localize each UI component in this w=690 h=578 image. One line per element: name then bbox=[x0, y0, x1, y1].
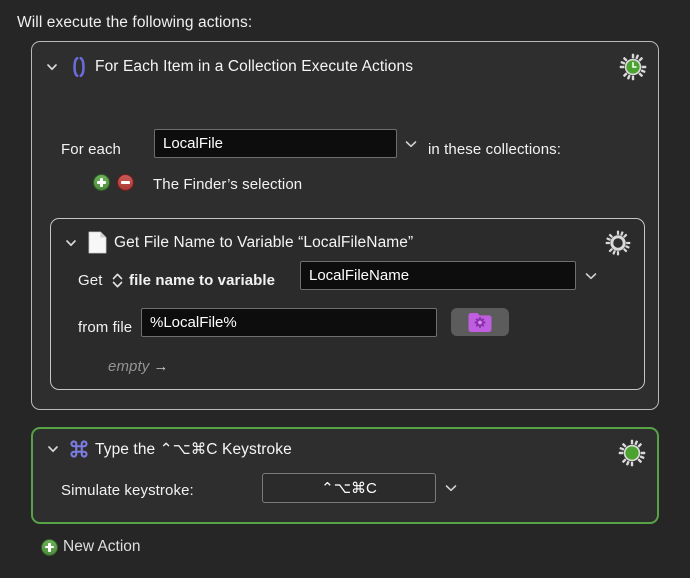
get-file-name-title: Get File Name to Variable “LocalFileName… bbox=[114, 233, 414, 251]
empty-label: empty bbox=[108, 358, 150, 375]
action-get-file-name[interactable]: Get File Name to Variable “LocalFileName… bbox=[50, 218, 645, 390]
action-type-keystroke[interactable]: Type the ⌃⌥⌘C Keystroke Simulate keystro… bbox=[31, 427, 659, 524]
purple-folder-gear-icon[interactable] bbox=[451, 308, 509, 336]
from-file-field[interactable]: %LocalFile% bbox=[141, 308, 437, 337]
command-icon bbox=[68, 438, 90, 460]
up-down-stepper-icon[interactable] bbox=[111, 271, 124, 290]
keystroke-field[interactable]: ⌃⌥⌘C bbox=[262, 473, 436, 503]
plus-circle-icon-new-action[interactable] bbox=[41, 538, 58, 556]
for-each-label: For each bbox=[61, 141, 121, 158]
empty-arrow-icon: → bbox=[153, 358, 169, 375]
page-title: Will execute the following actions: bbox=[17, 14, 253, 31]
document-icon bbox=[88, 231, 107, 254]
in-collections-label: in these collections: bbox=[428, 141, 562, 158]
to-variable-label: to variable bbox=[199, 272, 276, 289]
gear-clock-icon[interactable] bbox=[619, 53, 647, 81]
for-each-title-row: For Each Item in a Collection Execute Ac… bbox=[42, 55, 413, 79]
new-action-label: New Action bbox=[63, 538, 141, 555]
disclosure-triangle-icon[interactable] bbox=[42, 57, 62, 77]
chevron-down-icon-variable[interactable] bbox=[583, 268, 599, 284]
new-action-button[interactable]: New Action bbox=[41, 538, 141, 556]
keystroke-title-row: Type the ⌃⌥⌘C Keystroke bbox=[43, 438, 292, 460]
gear-icon[interactable] bbox=[605, 230, 633, 258]
kind-label[interactable]: file name bbox=[129, 272, 195, 289]
for-each-title: For Each Item in a Collection Execute Ac… bbox=[95, 58, 414, 75]
get-label: Get bbox=[78, 272, 103, 289]
collection-item-label: The Finder’s selection bbox=[153, 176, 303, 193]
target-variable-field[interactable]: LocalFileName bbox=[300, 261, 576, 290]
action-for-each-item[interactable]: For Each Item in a Collection Execute Ac… bbox=[31, 41, 659, 410]
disclosure-triangle-icon-inner[interactable] bbox=[61, 233, 81, 253]
keystroke-title: Type the ⌃⌥⌘C Keystroke bbox=[95, 440, 292, 458]
disclosure-triangle-icon-keystroke[interactable] bbox=[43, 439, 63, 459]
gear-green-icon[interactable] bbox=[618, 439, 646, 467]
simulate-keystroke-label: Simulate keystroke: bbox=[61, 482, 194, 499]
for-each-variable-field[interactable]: LocalFile bbox=[154, 129, 397, 158]
macro-actions-panel: Will execute the following actions: For … bbox=[0, 0, 690, 578]
braces-icon bbox=[67, 55, 91, 79]
get-file-name-title-row: Get File Name to Variable “LocalFileName… bbox=[61, 231, 413, 254]
plus-circle-icon[interactable] bbox=[93, 174, 110, 191]
chevron-down-icon-keystroke[interactable] bbox=[443, 480, 459, 496]
from-file-label: from file bbox=[78, 319, 133, 336]
minus-circle-icon[interactable] bbox=[117, 174, 134, 191]
empty-placeholder-row: empty → bbox=[108, 358, 168, 375]
chevron-down-icon[interactable] bbox=[403, 136, 419, 152]
